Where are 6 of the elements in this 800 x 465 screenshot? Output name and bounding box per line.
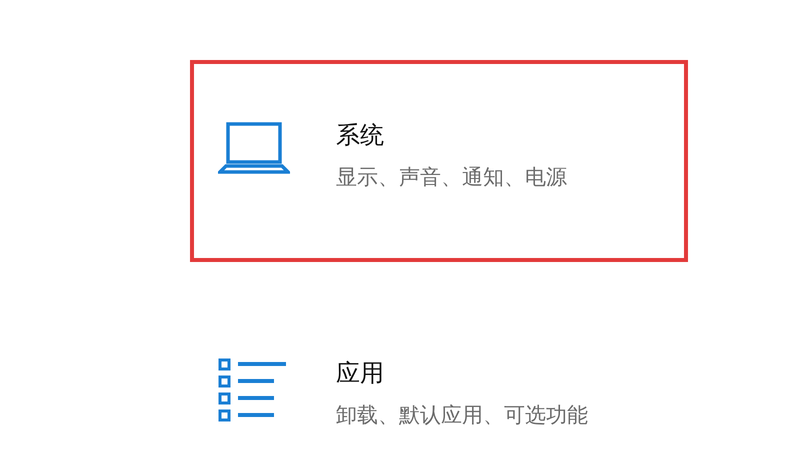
category-description: 卸载、默认应用、可选功能	[336, 402, 588, 429]
settings-category[interactable]: 应用 卸载、默认应用、可选功能	[190, 298, 688, 465]
category-title: 系统	[336, 120, 385, 151]
category-description: 显示、声音、通知、电源	[336, 164, 567, 191]
category-title: 应用	[336, 358, 385, 389]
settings-category[interactable]: 系统 显示、声音、通知、电源	[190, 60, 688, 262]
